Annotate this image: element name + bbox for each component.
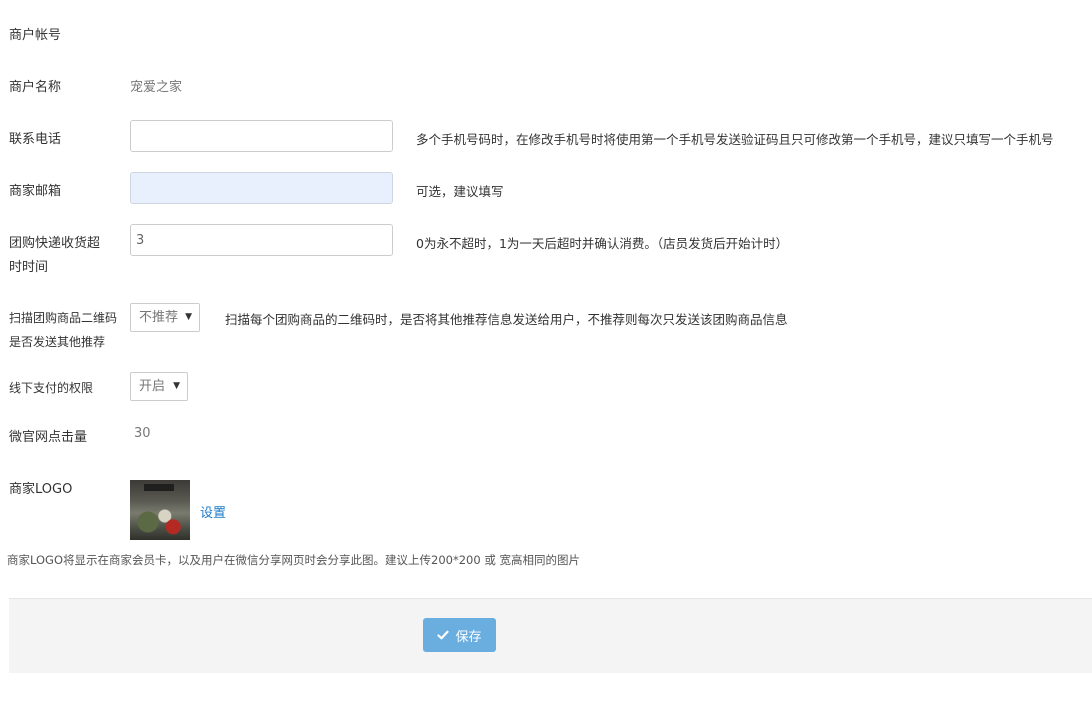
logo-set-link[interactable]: 设置: [200, 502, 226, 521]
offline-pay-select[interactable]: 开启 ▼: [130, 372, 188, 401]
form-footer: [9, 598, 1092, 673]
email-label: 商家邮箱: [9, 184, 62, 199]
email-input[interactable]: [130, 172, 393, 204]
merchant-settings-form: 商户帐号 商户名称 宠爱之家 联系电话 多个手机号码时，在修改手机号时将使用第一…: [0, 0, 1092, 701]
chevron-down-icon: ▼: [185, 312, 192, 322]
phone-label: 联系电话: [9, 132, 62, 147]
save-label: 保存: [455, 629, 482, 645]
phone-input[interactable]: [130, 120, 393, 152]
timeout-label-line2: 时时间: [9, 260, 49, 275]
clicks-label: 微官网点击量: [9, 430, 88, 445]
save-button[interactable]: 保存: [423, 618, 496, 652]
check-icon: [437, 630, 450, 640]
account-label: 商户帐号: [9, 28, 62, 43]
qr-recommend-select[interactable]: 不推荐 ▼: [130, 303, 200, 332]
logo-note: 商家LOGO将显示在商家会员卡，以及用户在微信分享网页时会分享此图。建议上传20…: [7, 553, 580, 567]
name-label: 商户名称: [9, 80, 62, 95]
offline-pay-label: 线下支付的权限: [9, 381, 94, 395]
timeout-hint: 0为永不超时，1为一天后超时并确认消费。（店员发货后开始计时）: [416, 236, 789, 251]
phone-hint: 多个手机号码时，在修改手机号时将使用第一个手机号发送验证码且只可修改第一个手机号…: [416, 132, 1054, 147]
logo-thumbnail: [130, 480, 190, 540]
qr-recommend-selected: 不推荐: [139, 310, 179, 325]
qr-recommend-label-line2: 是否发送其他推荐: [9, 335, 106, 349]
name-value: 宠爱之家: [130, 80, 183, 95]
chevron-down-icon: ▼: [173, 381, 180, 391]
email-hint: 可选，建议填写: [416, 184, 504, 199]
offline-pay-selected: 开启: [139, 379, 166, 394]
clicks-value: 30: [134, 426, 151, 441]
qr-recommend-label-line1: 扫描团购商品二维码: [9, 311, 118, 325]
timeout-label-line1: 团购快递收货超: [9, 236, 101, 251]
timeout-input[interactable]: [130, 224, 393, 256]
logo-label: 商家LOGO: [9, 482, 73, 497]
qr-recommend-hint: 扫描每个团购商品的二维码时，是否将其他推荐信息发送给用户，不推荐则每次只发送该团…: [225, 312, 788, 327]
